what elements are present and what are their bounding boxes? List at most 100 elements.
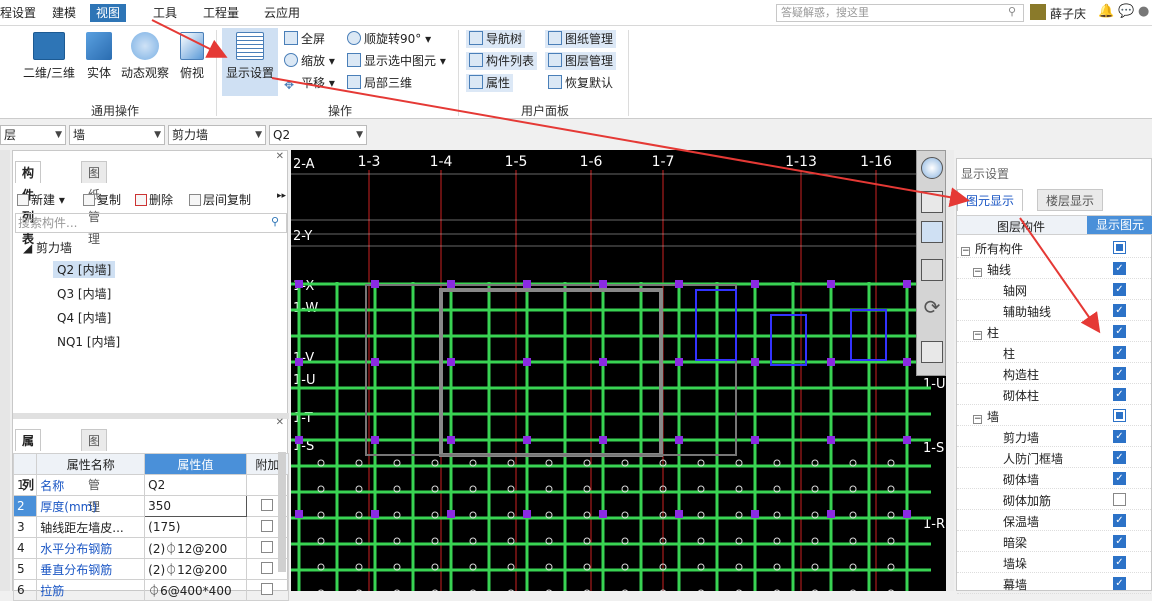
tab-properties[interactable]: 属性列表 bbox=[15, 429, 42, 514]
restore-default-button[interactable]: 恢复默认 bbox=[548, 74, 613, 92]
layer-row[interactable]: 人防门框墙 ✓ bbox=[957, 447, 1152, 468]
table-row[interactable]: 2 厚度(mm) 350 bbox=[12, 495, 290, 517]
layer-row[interactable]: − 墙 bbox=[957, 405, 1152, 426]
menu-quantity[interactable]: 工程量 bbox=[203, 4, 239, 22]
show-element-checkbox[interactable]: ✓ bbox=[1113, 472, 1126, 485]
show-element-checkbox[interactable]: ✓ bbox=[1113, 556, 1126, 569]
collapse-icon[interactable]: − bbox=[973, 268, 982, 277]
pan-button[interactable]: ✥ 平移 ▾ bbox=[284, 74, 335, 92]
layer-row[interactable]: 剪力墙 ✓ bbox=[957, 426, 1152, 447]
layer-manage-button[interactable]: 图层管理 bbox=[545, 52, 617, 70]
menu-project-settings[interactable]: 程设置 bbox=[0, 4, 36, 22]
local-3d-button[interactable]: 局部三维 bbox=[347, 74, 412, 92]
user-name[interactable]: 薛子庆 bbox=[1050, 5, 1086, 22]
table-row[interactable]: 5 垂直分布钢筋 (2)⏀12@200 bbox=[12, 558, 290, 580]
cad-drawing[interactable]: 1-31-41-51-61-71-131-162-A2-Y1-X1-W1-V1-… bbox=[291, 150, 946, 591]
layer-row[interactable]: − 柱 ✓ bbox=[957, 321, 1152, 342]
table-row[interactable]: 4 水平分布钢筋 (2)⏀12@200 bbox=[12, 537, 290, 559]
extra-checkbox[interactable] bbox=[261, 540, 274, 553]
3d-box-icon[interactable] bbox=[921, 221, 943, 243]
notification-bell-icon[interactable]: 🔔 bbox=[1098, 4, 1114, 19]
subtype-select[interactable]: 剪力墙 ▼ bbox=[168, 125, 266, 145]
show-element-checkbox[interactable]: ✓ bbox=[1113, 262, 1126, 275]
tree-item-q3[interactable]: Q3 [内墙] bbox=[57, 285, 111, 302]
copy-button[interactable]: 复制 bbox=[83, 191, 121, 208]
component-list-button[interactable]: 构件列表 bbox=[466, 52, 538, 70]
tab-component-list[interactable]: 构件列表 bbox=[15, 161, 42, 246]
show-selected-button[interactable]: 显示选中图元 ▾ bbox=[347, 52, 446, 70]
floor-select[interactable]: 层 ▼ bbox=[0, 125, 66, 145]
show-element-checkbox[interactable]: ✓ bbox=[1113, 451, 1126, 464]
close-icon[interactable]: ✕ bbox=[276, 151, 284, 162]
extra-checkbox[interactable] bbox=[261, 519, 274, 532]
search-icon[interactable]: ⚲ bbox=[1008, 5, 1016, 18]
grid-view-icon[interactable] bbox=[921, 341, 943, 363]
display-settings-button[interactable]: 显示设置 bbox=[222, 28, 278, 96]
layer-row[interactable]: 砌体墙 ✓ bbox=[957, 468, 1152, 489]
menu-cloud[interactable]: 云应用 bbox=[264, 4, 300, 22]
rotate-90-button[interactable]: 顺旋转90° ▾ bbox=[347, 30, 431, 48]
show-element-checkbox[interactable]: ✓ bbox=[1113, 325, 1126, 338]
layer-row[interactable]: 保温墙 ✓ bbox=[957, 510, 1152, 531]
top-view-button[interactable]: 俯视 bbox=[176, 32, 208, 81]
tab-layer-manage[interactable]: 图层管理 bbox=[81, 429, 108, 514]
search-icon[interactable]: ⚲ bbox=[271, 215, 279, 228]
layer-row[interactable]: − 轴线 ✓ bbox=[957, 258, 1152, 279]
solid-button[interactable]: 实体 bbox=[82, 32, 116, 81]
collapse-icon[interactable]: − bbox=[973, 331, 982, 340]
show-element-checkbox[interactable]: ✓ bbox=[1113, 304, 1126, 317]
tab-floor-display[interactable]: 楼层显示 bbox=[1037, 189, 1104, 211]
layer-row[interactable]: 柱 ✓ bbox=[957, 342, 1152, 363]
panel-splitter[interactable] bbox=[13, 413, 289, 419]
cube-icon[interactable] bbox=[921, 259, 943, 281]
show-element-checkbox[interactable]: ✓ bbox=[1113, 514, 1126, 527]
more-icon[interactable]: ● bbox=[1138, 4, 1149, 19]
show-element-checkbox[interactable]: ✓ bbox=[1113, 346, 1126, 359]
menu-tools[interactable]: 工具 bbox=[153, 4, 177, 22]
tree-root[interactable]: ◢ 剪力墙 bbox=[23, 239, 72, 256]
extra-checkbox[interactable] bbox=[261, 582, 274, 595]
new-button[interactable]: 新建 ▾ bbox=[17, 191, 65, 208]
layer-row[interactable]: 轴网 ✓ bbox=[957, 279, 1152, 300]
close-icon[interactable]: ✕ bbox=[276, 417, 284, 428]
nav-tree-button[interactable]: 导航树 bbox=[466, 30, 526, 48]
scrollbar[interactable] bbox=[278, 452, 286, 572]
collapse-icon[interactable]: − bbox=[973, 415, 982, 424]
extra-checkbox[interactable] bbox=[261, 561, 274, 574]
layer-row[interactable]: 暗梁 ✓ bbox=[957, 531, 1152, 552]
menu-view[interactable]: 视图 bbox=[90, 4, 127, 22]
table-row[interactable]: 6 拉筋 ⏀6@400*400 bbox=[12, 579, 290, 601]
show-element-checkbox[interactable]: ✓ bbox=[1113, 430, 1126, 443]
more-arrow-icon[interactable]: ▸▸ bbox=[277, 191, 286, 201]
extra-checkbox[interactable] bbox=[261, 498, 274, 511]
delete-button[interactable]: 删除 bbox=[135, 191, 173, 208]
show-element-checkbox[interactable] bbox=[1113, 241, 1126, 254]
collapse-icon[interactable]: − bbox=[961, 247, 970, 256]
help-search-input[interactable]: 答疑解惑，搜这里 bbox=[776, 4, 1024, 22]
2d-icon[interactable] bbox=[921, 191, 943, 213]
tab-drawing-manage[interactable]: 图纸管理 bbox=[81, 161, 108, 246]
orbit-button[interactable]: 动态观察 bbox=[120, 32, 170, 81]
layer-row[interactable]: 墙垛 ✓ bbox=[957, 552, 1152, 573]
zoom-button[interactable]: 缩放 ▾ bbox=[284, 52, 335, 70]
tree-item-q2[interactable]: Q2 [内墙] bbox=[53, 261, 116, 278]
component-search-input[interactable]: 搜索构件... bbox=[15, 213, 287, 233]
drawing-manage-button[interactable]: 图纸管理 bbox=[545, 30, 617, 48]
layer-row[interactable]: 砌体柱 ✓ bbox=[957, 384, 1152, 405]
layer-row[interactable]: − 所有构件 bbox=[957, 237, 1152, 258]
layer-row[interactable]: 辅助轴线 ✓ bbox=[957, 300, 1152, 321]
avatar[interactable] bbox=[1030, 4, 1046, 20]
type-select[interactable]: 墙 ▼ bbox=[69, 125, 165, 145]
tab-element-display[interactable]: 图元显示 bbox=[957, 189, 1024, 211]
table-row[interactable]: 3 轴线距左墙皮... (175) bbox=[12, 516, 290, 538]
show-element-checkbox[interactable]: ✓ bbox=[1113, 367, 1126, 380]
2d-3d-button[interactable]: 二维/三维 bbox=[20, 32, 78, 81]
table-row[interactable]: 1 名称 Q2 bbox=[12, 474, 290, 496]
tree-item-nq1[interactable]: NQ1 [内墙] bbox=[57, 333, 120, 350]
show-element-checkbox[interactable] bbox=[1113, 409, 1126, 422]
show-element-checkbox[interactable] bbox=[1113, 493, 1126, 506]
floor-copy-button[interactable]: 层间复制 bbox=[189, 191, 251, 208]
component-select[interactable]: Q2 ▼ bbox=[269, 125, 367, 145]
properties-button[interactable]: 属性 bbox=[466, 74, 514, 92]
show-element-checkbox[interactable]: ✓ bbox=[1113, 535, 1126, 548]
